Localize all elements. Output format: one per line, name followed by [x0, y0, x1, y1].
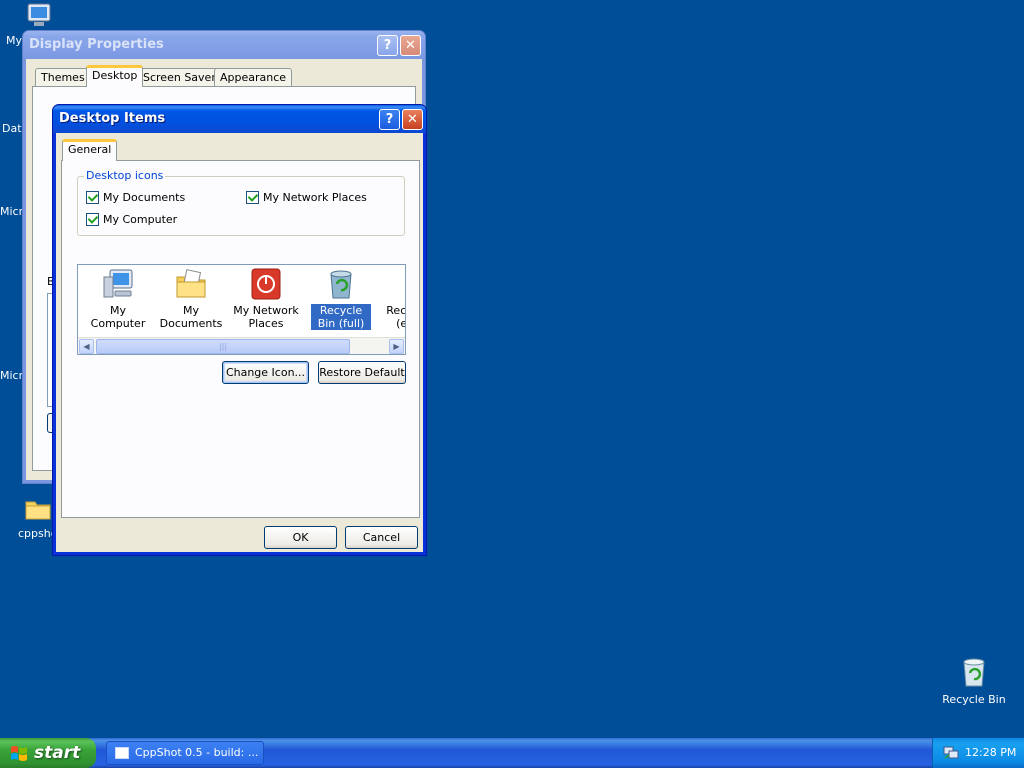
tab-appearance[interactable]: Appearance: [214, 68, 293, 87]
my-computer-icon: [27, 3, 51, 26]
recycle-bin-icon: [963, 658, 985, 687]
window-icon: [115, 747, 129, 759]
help-icon: ?: [383, 38, 392, 53]
list-item-my-documents[interactable]: My Documents: [153, 267, 229, 330]
tab-general[interactable]: General: [62, 139, 118, 161]
scroll-right-button[interactable]: ▶: [389, 339, 404, 354]
my-documents-icon: [176, 269, 206, 298]
help-icon: ?: [385, 112, 394, 127]
close-button[interactable]: ✕: [400, 35, 421, 56]
tab-label: Desktop: [92, 69, 138, 82]
tab-themes[interactable]: Themes: [35, 68, 91, 87]
button-label: Cancel: [362, 531, 401, 544]
desktop-icon-label: Recycle Bin: [942, 693, 1006, 706]
scroll-left-button[interactable]: ◀: [79, 339, 94, 354]
help-button[interactable]: ?: [379, 109, 400, 130]
clock[interactable]: 12:28 PM: [965, 746, 1016, 759]
button-label: Change Icon...: [225, 366, 306, 379]
desktop-items-dialog: Desktop Items ? ✕ General Desktop icons …: [52, 104, 427, 556]
checkbox-checked-icon: [86, 191, 99, 204]
start-label: start: [34, 743, 81, 763]
list-item-label: Recycle Bin (empty): [386, 304, 406, 330]
checkbox-my-network-places[interactable]: My Network Places: [246, 191, 367, 204]
close-icon: ✕: [407, 112, 418, 127]
list-item-recycle-bin-empty[interactable]: Recycle Bin (empty): [380, 267, 406, 330]
taskbar-button-cppshot[interactable]: CppShot 0.5 - build: ...: [106, 741, 264, 765]
button-label: Restore Default: [319, 366, 405, 379]
scroll-thumb[interactable]: |||: [96, 339, 350, 354]
grip-icon: |||: [218, 342, 228, 351]
windows-logo-icon: [11, 746, 27, 761]
window-title: Desktop Items: [59, 111, 166, 126]
list-item-my-network-places[interactable]: My Network Places: [228, 267, 304, 330]
ok-button[interactable]: OK: [264, 526, 337, 549]
help-button[interactable]: ?: [377, 35, 398, 56]
recycle-bin-empty-icon: [401, 267, 406, 301]
list-item-label: My Documents: [159, 304, 223, 330]
taskbar: start CppShot 0.5 - build: ... 12:28 PM: [0, 738, 1024, 768]
tab-label: Themes: [41, 71, 85, 84]
folder-icon: [25, 501, 51, 520]
taskbar-button-label: CppShot 0.5 - build: ...: [135, 746, 259, 759]
network-tray-icon[interactable]: [943, 746, 959, 760]
desktop-icon-recycle-bin[interactable]: Recycle Bin: [938, 656, 1010, 706]
display-properties-titlebar[interactable]: Display Properties ? ✕: [23, 31, 425, 59]
restore-default-button[interactable]: Restore Default: [318, 361, 406, 384]
checkbox-my-computer[interactable]: My Computer: [86, 213, 177, 226]
button-label: OK: [292, 531, 309, 544]
start-button[interactable]: start: [0, 738, 96, 768]
tab-label: Appearance: [220, 71, 287, 84]
close-icon: ✕: [405, 38, 416, 53]
icon-listview[interactable]: My Computer My Documents My Network Plac…: [77, 264, 406, 355]
list-item-recycle-bin-full[interactable]: Recycle Bin (full): [303, 267, 379, 331]
arrow-right-icon: ▶: [393, 342, 400, 351]
tab-screen-saver[interactable]: Screen Saver: [137, 68, 222, 87]
tab-label: General: [68, 143, 112, 156]
checkbox-checked-icon: [246, 191, 259, 204]
system-tray: 12:28 PM: [932, 738, 1024, 768]
window-title: Display Properties: [29, 37, 164, 52]
change-icon-button[interactable]: Change Icon...: [222, 361, 309, 384]
cancel-button[interactable]: Cancel: [345, 526, 418, 549]
recycle-bin-full-icon: [330, 270, 352, 299]
desktop-icons-group: Desktop icons My Documents My Network Pl…: [77, 169, 405, 236]
desktop-items-client: General Desktop icons My Documents My Ne…: [56, 133, 423, 552]
my-computer-icon: [103, 269, 133, 298]
list-item-label: My Network Places: [233, 304, 299, 330]
tab-desktop[interactable]: Desktop: [86, 65, 144, 87]
checkbox-label: My Documents: [103, 191, 186, 204]
checkbox-label: My Network Places: [263, 191, 367, 204]
checkbox-checked-icon: [86, 213, 99, 226]
checkbox-label: My Computer: [103, 213, 178, 226]
list-item-my-computer[interactable]: My Computer: [80, 267, 156, 330]
list-item-label: My Computer: [90, 304, 146, 330]
desktop-items-titlebar[interactable]: Desktop Items ? ✕: [53, 105, 426, 133]
horizontal-scrollbar[interactable]: ◀ ||| ▶: [78, 337, 405, 354]
general-tab-panel: Desktop icons My Documents My Network Pl…: [61, 160, 420, 518]
arrow-left-icon: ◀: [83, 342, 90, 351]
close-button[interactable]: ✕: [402, 109, 423, 130]
checkbox-my-documents[interactable]: My Documents: [86, 191, 185, 204]
group-label: Desktop icons: [84, 169, 166, 182]
tab-label: Screen Saver: [143, 71, 216, 84]
network-places-icon: [251, 268, 281, 300]
list-item-label: Recycle Bin (full): [310, 303, 372, 331]
